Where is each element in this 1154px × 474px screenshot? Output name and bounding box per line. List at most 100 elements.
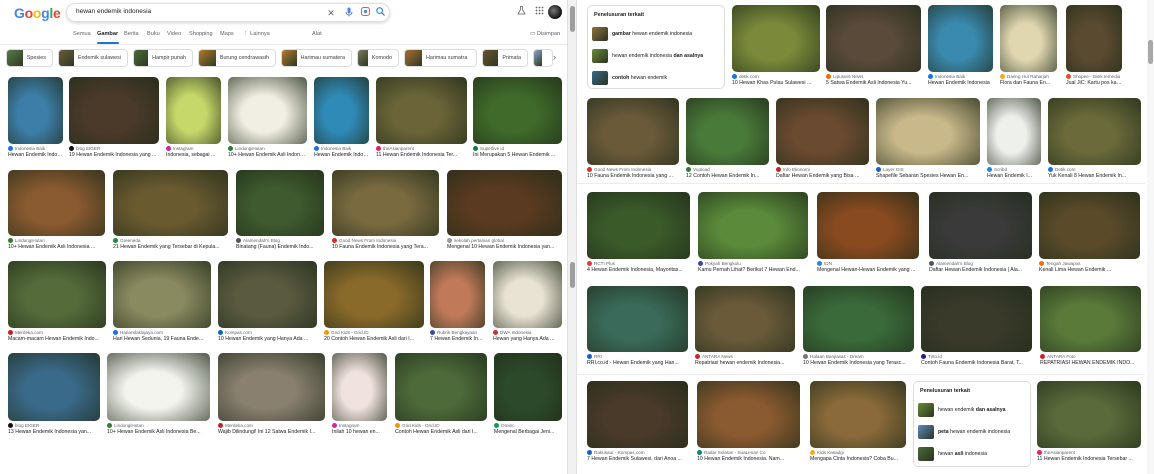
scrollbar-thumb-secondary[interactable] — [570, 262, 575, 288]
result-title[interactable]: Mengenal Berbagai Jeni... — [494, 429, 562, 435]
result-title[interactable]: 10+ Hewan Endemik Asli Indonesia ... — [228, 152, 307, 158]
image-result[interactable]: Layer GIS Shapefile Sebaran Spesies Hewan… — [876, 98, 980, 179]
image-result[interactable]: ANTARA Foto REPATRIASI HEWAN ENDEMIK INDO… — [1040, 286, 1141, 366]
result-source[interactable]: Detik.com — [1048, 167, 1141, 172]
result-source[interactable]: Pokyah Bengkulu — [698, 261, 808, 266]
result-thumbnail[interactable] — [697, 381, 800, 448]
image-result[interactable]: Grid Kids - Grid.ID 20 Contoh Hewan Endem… — [324, 261, 424, 342]
image-result[interactable]: Tengah Jawapos Kenali Lima Hewan Endemik … — [1039, 192, 1140, 273]
image-result[interactable]: Kompas.com 10 Hewan Endemik yang Hanya Ad… — [218, 261, 317, 342]
image-result[interactable]: RRI RRI.co.id - Hewan Endemik yang Han... — [587, 286, 688, 366]
result-thumbnail[interactable] — [236, 170, 324, 236]
image-result[interactable]: Oreinc Mengenal Berbagai Jeni... — [494, 353, 562, 435]
tab-gambar[interactable]: Gambar — [97, 31, 118, 37]
result-thumbnail[interactable] — [69, 77, 159, 144]
result-title[interactable]: 19 Hewan Endemik Indonesia yang ... — [69, 152, 159, 158]
image-result[interactable]: Alamendah's Blog Daftar Hewan Endemik Ind… — [929, 192, 1032, 273]
result-title[interactable]: Daftar Hewan Endemik Indonesia | Ala... — [929, 267, 1032, 273]
result-thumbnail[interactable] — [810, 381, 906, 448]
result-thumbnail[interactable] — [113, 261, 211, 328]
result-title[interactable]: 7 Hewan Endemik Ind... — [430, 336, 485, 342]
filter-chip[interactable]: Burung cendrawasih — [198, 49, 276, 67]
related-search-item[interactable]: hewan asli indonesia — [918, 446, 987, 462]
result-thumbnail[interactable] — [587, 286, 688, 352]
result-source[interactable]: LindungiHutan — [107, 423, 210, 428]
image-result[interactable]: Grid Kids - Grid.ID Contoh Hewan Endemik … — [395, 353, 487, 435]
related-search-item[interactable]: hewan endemik indonesia dan asalnya — [592, 48, 703, 64]
result-thumbnail[interactable] — [8, 261, 106, 328]
result-source[interactable]: DWA Indonesia — [493, 330, 562, 335]
result-title[interactable]: Yuk Kenali 8 Hewan Endemik In... — [1048, 173, 1141, 179]
result-source[interactable]: Info Ekonomi — [776, 167, 869, 172]
image-result[interactable]: Radar Solatan - SuaLenan Co 10 Hewan Ende… — [697, 381, 800, 462]
result-thumbnail[interactable] — [166, 77, 221, 144]
result-title[interactable]: Ini Merupakan 5 Hewan Endemik ... — [473, 152, 562, 158]
result-source[interactable]: Scribd — [987, 167, 1041, 172]
image-result[interactable]: DWA Indonesia Hewan yang Hanya Ada ... — [493, 261, 562, 342]
image-result[interactable]: Merdeka.com Macam-macam Hewan Endemik Ind… — [8, 261, 106, 342]
result-title[interactable]: 10 Fauna Endemik Indonesia yang ... — [587, 173, 679, 179]
result-source[interactable]: Indonesia Baik — [314, 146, 369, 151]
result-title[interactable]: Hewan Endemik I... — [987, 173, 1041, 179]
result-thumbnail[interactable] — [1040, 286, 1141, 352]
result-thumbnail[interactable] — [8, 353, 100, 421]
result-thumbnail[interactable] — [803, 286, 914, 352]
scrollbar-thumb[interactable] — [570, 6, 575, 32]
apps-grid-icon[interactable] — [533, 6, 545, 18]
right-scrollbar[interactable] — [1147, 0, 1154, 474]
result-source[interactable]: Kompas.com — [218, 330, 317, 335]
related-search-item[interactable]: contoh hewan endemik — [592, 70, 667, 86]
result-title[interactable]: RRI.co.id - Hewan Endemik yang Han... — [587, 360, 688, 366]
result-thumbnail[interactable] — [376, 77, 467, 144]
result-source[interactable]: Good News From Indonesia — [332, 238, 439, 243]
result-source[interactable]: Good News From Indonesia — [587, 167, 679, 172]
result-thumbnail[interactable] — [928, 5, 993, 72]
related-search-item[interactable]: gambar hewan endemik indonesia — [592, 26, 692, 42]
related-search-item[interactable]: peta hewan endemik indonesia — [918, 424, 1010, 440]
result-source[interactable]: Kids Kasadgi — [810, 450, 906, 455]
image-result[interactable]: Hariandaklajaya.com Hari Hewan Sedunia, 1… — [113, 261, 211, 342]
result-title[interactable]: Kamu Pernah Lihat? Berikut 7 Hewan End..… — [698, 267, 808, 273]
image-result[interactable]: theAsianparent 11 Hewan Endemik Indonesia… — [1037, 381, 1141, 462]
lens-icon[interactable] — [359, 7, 371, 19]
image-result[interactable]: Rubrik Bengkayaan 7 Hewan Endemik Ind... — [430, 261, 485, 342]
result-thumbnail[interactable] — [587, 192, 690, 259]
result-thumbnail[interactable] — [332, 353, 387, 421]
saved-button[interactable]: ▭ Disimpan — [530, 31, 560, 37]
result-title[interactable]: Macam-macam Hewan Endemik Indo... — [8, 336, 106, 342]
image-result[interactable]: LindungiHutan 10+ Hewan Endemik Asli Indo… — [228, 77, 307, 158]
tools-button[interactable]: Alat — [312, 31, 322, 37]
tab-maps[interactable]: Maps — [220, 31, 234, 37]
result-source[interactable]: Instagram — [332, 423, 387, 428]
image-result[interactable]: Kids Kasadgi Mengapa Cinta Indonesia? Cob… — [810, 381, 906, 462]
search-input[interactable]: hewan endemik indonesia — [76, 8, 151, 15]
result-thumbnail[interactable] — [776, 98, 869, 165]
result-thumbnail[interactable] — [218, 353, 325, 421]
result-title[interactable]: 10 Hewan Khas Pulau Sulawesi ... — [732, 80, 820, 86]
tab-lainnya[interactable]: ⋮ Lainnya — [243, 31, 270, 37]
result-title[interactable]: 10+ Hewan Endemik Asli Indonesia Be... — [107, 429, 210, 435]
result-thumbnail[interactable] — [218, 261, 317, 328]
result-source[interactable]: Indonesia Baik — [8, 146, 63, 151]
image-result[interactable]: Halaan Banjuwas - Dream 10 Hewan Endemik … — [803, 286, 914, 366]
image-result[interactable]: Superlive id Ini Merupakan 5 Hewan Endemi… — [473, 77, 562, 158]
image-result[interactable]: ANTARA News Repatriasi hewan endemik Indo… — [695, 286, 795, 366]
result-title[interactable]: Hewan Endemik Indonesia — [314, 152, 369, 158]
google-logo[interactable]: Google — [14, 5, 61, 21]
result-thumbnail[interactable] — [8, 77, 63, 144]
result-title[interactable]: Inilah 10 hewan en... — [332, 429, 387, 435]
image-result[interactable]: LindungiHutan 10+ Hewan Endemik Asli Indo… — [8, 170, 105, 250]
result-thumbnail[interactable] — [587, 381, 688, 448]
microphone-icon[interactable] — [343, 7, 355, 19]
filter-chip[interactable]: Primata — [482, 49, 528, 67]
result-source[interactable]: Liputan6 News — [826, 74, 921, 79]
image-result[interactable]: sekolah pertanian global Mengenal 10 Hewa… — [447, 170, 562, 250]
account-avatar[interactable] — [548, 5, 562, 19]
result-source[interactable]: Tirto.id — [921, 354, 1032, 359]
result-thumbnail[interactable] — [107, 353, 210, 421]
result-title[interactable]: Flora dan Fauna En... — [1000, 80, 1057, 86]
result-title[interactable]: Shapefile Sebaran Spesies Hewan En... — [876, 173, 980, 179]
result-title[interactable]: Jual JiC: Kartu pos kartupo... — [1066, 80, 1122, 86]
image-result[interactable]: Instagram Indonesia, sebagai ... — [166, 77, 221, 158]
filter-chip[interactable]: Harimau sumatra — [404, 49, 477, 67]
